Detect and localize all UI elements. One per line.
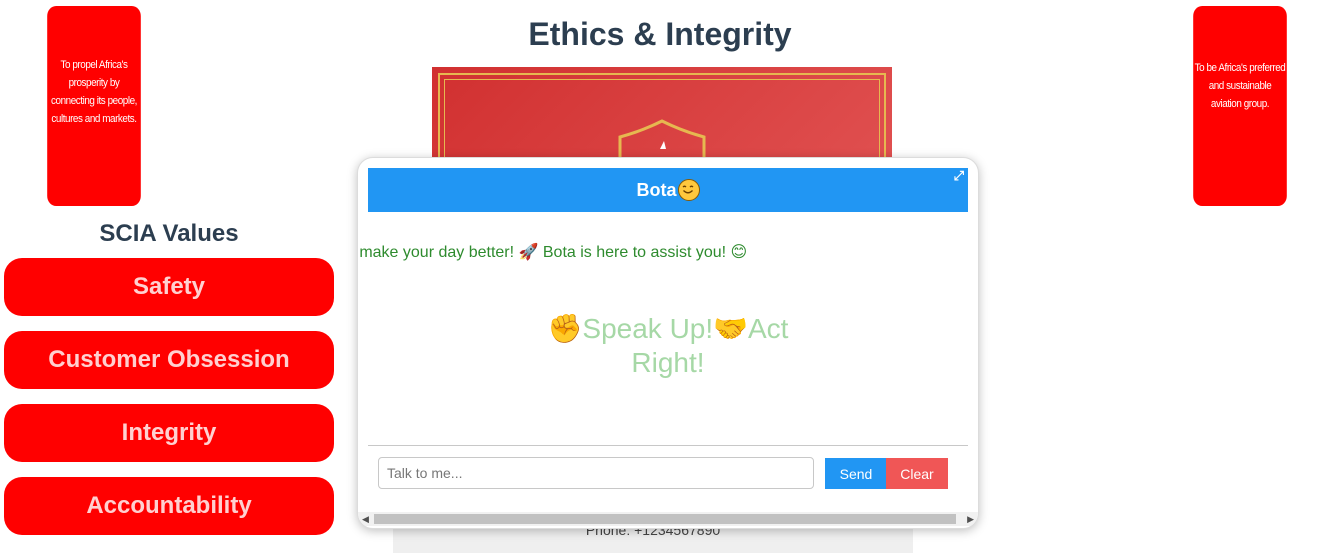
- smile-emoji-icon: [677, 179, 700, 201]
- values-heading: SCIA Values: [99, 220, 239, 247]
- scrollbar-thumb[interactable]: [374, 514, 956, 524]
- value-safety-button[interactable]: Safety: [4, 258, 334, 316]
- value-accountability-button[interactable]: Accountability: [4, 477, 334, 535]
- ethics-banner-image: [432, 67, 892, 167]
- horizontal-scrollbar[interactable]: ◀ ▶: [358, 512, 978, 526]
- chatbot-window: Bota ⤢ 's chat and make your day better!…: [357, 157, 979, 529]
- send-button[interactable]: Send: [825, 458, 887, 489]
- value-integrity-button[interactable]: Integrity: [4, 404, 334, 462]
- clear-button[interactable]: Clear: [886, 458, 948, 489]
- expand-icon[interactable]: ⤢: [954, 169, 964, 182]
- chat-title: Bota: [636, 179, 677, 200]
- mission-text: To propel Africa's prosperity by connect…: [51, 59, 137, 125]
- value-customer-obsession-button[interactable]: Customer Obsession: [4, 331, 334, 389]
- welcome-message: 's chat and make your day better! 🚀 Bota…: [358, 244, 748, 261]
- chat-divider: [368, 445, 968, 446]
- chat-input[interactable]: [378, 457, 814, 489]
- chat-header: Bota ⤢: [368, 168, 968, 212]
- vision-text: To be Africa's preferred and sustainable…: [1194, 62, 1286, 110]
- slogan: ✊Speak Up!🤝Act Right!: [547, 313, 789, 378]
- scroll-left-icon[interactable]: ◀: [362, 512, 369, 526]
- scroll-right-icon[interactable]: ▶: [967, 512, 974, 526]
- page-title: Ethics & Integrity: [528, 16, 792, 52]
